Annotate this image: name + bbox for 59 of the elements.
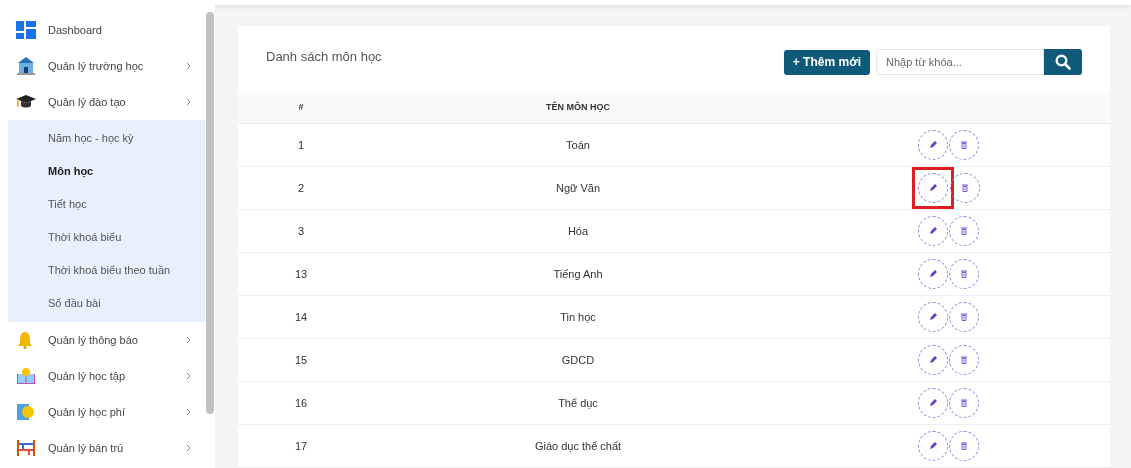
column-header: TÊN MÔN HỌC: [545, 101, 611, 115]
table-cell-text: 14: [293, 309, 309, 325]
pencil-icon: [928, 441, 938, 451]
trash-icon: [959, 140, 969, 150]
table-cell-text: Hóa: [566, 223, 590, 239]
sidebar-item[interactable]: Quản lý bán trú: [0, 430, 205, 466]
trash-icon: [959, 269, 969, 279]
sidebar-item[interactable]: Dashboard: [0, 12, 205, 48]
scrollbar[interactable]: [206, 12, 214, 414]
table-cell-text: Giáo dục thể chất: [533, 438, 623, 454]
column-header: #: [297, 101, 305, 115]
add-button[interactable]: + Thêm mới: [783, 49, 870, 75]
dashboard-icon: [16, 21, 36, 39]
table-cell-text: 3: [296, 223, 306, 239]
school-building-icon: [16, 57, 36, 75]
pencil-icon: [928, 140, 938, 150]
card-title: Danh sách môn học: [266, 48, 382, 67]
trash-icon: [959, 312, 969, 322]
book-coin-icon: [16, 403, 36, 421]
pencil-icon: [928, 183, 938, 193]
sidebar-item[interactable]: Quản lý học phí: [0, 394, 205, 430]
table-cell-text: Thể dục: [557, 395, 599, 411]
open-book-icon: [16, 367, 36, 385]
pencil-icon: [928, 398, 938, 408]
search-button[interactable]: [1044, 49, 1082, 75]
table-cell-text: 1: [296, 137, 306, 153]
sidebar-item[interactable]: Quản lý trường học: [0, 48, 205, 84]
submenu-item[interactable]: Thời khoá biểu theo tuần: [8, 254, 205, 287]
table-cell-text: Ngữ Văn: [554, 180, 602, 196]
table-cell-text: GDCD: [560, 352, 596, 368]
trash-icon: [959, 441, 969, 451]
table-cell-text: Tin học: [559, 309, 597, 325]
table-cell-text: 13: [293, 266, 309, 282]
trash-icon: [959, 398, 969, 408]
pencil-icon: [928, 269, 938, 279]
trash-icon: [959, 355, 969, 365]
submenu-item[interactable]: Tiết học: [8, 188, 205, 221]
submenu-item[interactable]: Năm học - học kỳ: [8, 122, 205, 155]
abacus-icon: [16, 439, 36, 457]
sidebar-item[interactable]: Quản lý thông báo: [0, 322, 205, 358]
submenu-item[interactable]: Thời khoá biểu: [8, 221, 205, 254]
sidebar-item[interactable]: Quản lý học tập: [0, 358, 205, 394]
table-cell-text: 15: [293, 352, 309, 368]
submenu-item[interactable]: Môn học: [8, 155, 205, 188]
trash-icon: [960, 183, 970, 193]
table-cell-text: Tiếng Anh: [552, 266, 604, 282]
pencil-icon: [928, 355, 938, 365]
pencil-icon: [928, 312, 938, 322]
table-cell-text: 16: [293, 395, 309, 411]
pencil-icon: [928, 226, 938, 236]
bell-icon: [16, 331, 34, 349]
table-cell-text: 17: [293, 438, 309, 454]
search-icon: [1055, 54, 1071, 70]
sidebar-item[interactable]: Quản lý đào tạo: [0, 84, 205, 120]
table-cell-text: 2: [296, 180, 306, 196]
search-field[interactable]: Nhập từ khóa...: [876, 49, 1044, 75]
table-cell-text: Toán: [565, 137, 591, 153]
submenu-item[interactable]: Sổ đầu bài: [8, 287, 205, 320]
trash-icon: [959, 226, 969, 236]
